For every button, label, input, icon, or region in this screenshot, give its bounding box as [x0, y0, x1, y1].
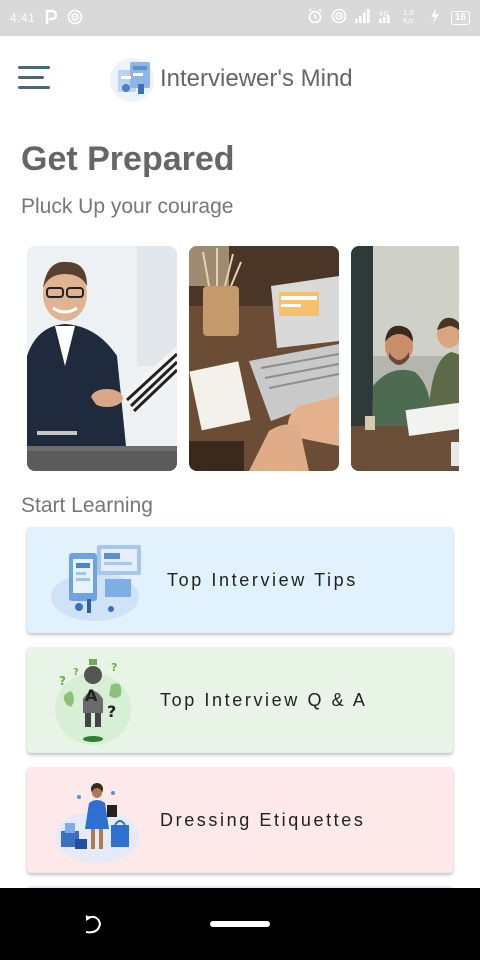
data-speed-icon: 1.0 K/s	[403, 8, 419, 29]
app-logo-icon	[110, 58, 154, 102]
handshake-photo[interactable]	[27, 246, 177, 471]
hamburger-menu-icon[interactable]	[18, 64, 52, 94]
home-pill-button[interactable]	[210, 921, 270, 927]
pinterest-icon	[43, 9, 59, 28]
question-answer-illustration-icon: A ? ? ? ?	[55, 659, 131, 745]
network-4g-icon: 4G	[378, 8, 395, 29]
status-time: 4:41	[10, 11, 36, 25]
laptop-desk-photo[interactable]	[189, 246, 339, 471]
hotspot-icon	[67, 9, 83, 28]
wireless-icon	[331, 8, 347, 29]
system-navigation-bar	[0, 888, 480, 960]
svg-text:K/s: K/s	[403, 17, 414, 24]
battery-indicator: 16	[450, 11, 470, 25]
page-title: Get Prepared	[21, 140, 235, 178]
svg-text:A: A	[85, 686, 98, 705]
dressing-illustration-icon	[55, 783, 139, 863]
card-dressing-etiquettes[interactable]: Dressing Etiquettes	[27, 767, 453, 873]
signal-icon	[354, 8, 371, 29]
card-label-dressing: Dressing Etiquettes	[160, 809, 366, 830]
svg-text:1.0: 1.0	[403, 9, 414, 17]
card-label-tips: Top Interview Tips	[167, 569, 358, 590]
card-top-interview-qa[interactable]: A ? ? ? ? Top Interview Q & A	[27, 647, 453, 753]
charging-icon	[427, 7, 443, 29]
back-icon[interactable]	[80, 912, 104, 936]
app-bar: Interviewer's Mind	[0, 36, 480, 122]
meeting-photo[interactable]	[351, 246, 459, 471]
status-bar: 4:41 4G 1.0 K/s 16	[0, 0, 480, 36]
alarm-icon	[307, 8, 323, 29]
svg-text:?: ?	[107, 702, 116, 721]
image-carousel[interactable]	[27, 246, 459, 471]
card-label-qa: Top Interview Q & A	[160, 689, 368, 710]
svg-text:?: ?	[111, 661, 117, 674]
svg-text:?: ?	[59, 674, 66, 688]
app-brand: Interviewer's Mind	[108, 54, 353, 104]
svg-text:?: ?	[73, 667, 79, 678]
app-title: Interviewer's Mind	[160, 65, 353, 92]
section-title: Start Learning	[21, 494, 153, 517]
page-subtitle: Pluck Up your courage	[21, 195, 234, 218]
tips-illustration-icon	[51, 545, 141, 621]
card-top-interview-tips[interactable]: Top Interview Tips	[27, 527, 453, 633]
